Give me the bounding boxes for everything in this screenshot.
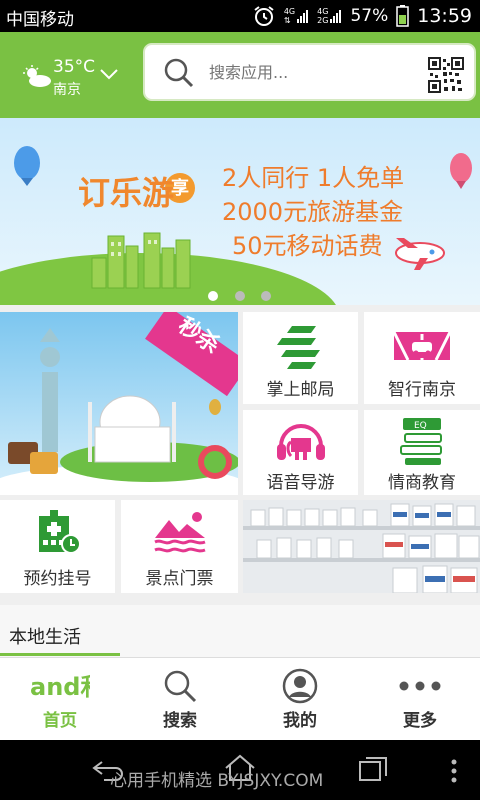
carrier-name: 中国移动 — [6, 10, 74, 30]
banner-line-1: 2人同行 1人免单 — [222, 164, 405, 192]
headphones-elephant-icon — [277, 424, 325, 460]
flash-sale-tile[interactable]: 秒杀 — [0, 312, 238, 495]
menu-icon[interactable] — [450, 758, 458, 784]
alarm-icon — [254, 6, 274, 26]
road-car-icon — [392, 331, 452, 361]
carousel-indicator[interactable] — [261, 291, 271, 301]
network-4g-indicator: 4G ⇅ — [284, 7, 309, 25]
nav-mine-label: 我的 — [283, 711, 317, 731]
system-nav-bar: 心用手机精选 BYJSJXY.COM — [0, 740, 480, 800]
clock: 13:59 — [417, 5, 472, 27]
section-title: 本地生活 — [9, 627, 81, 648]
status-icons: 4G ⇅ 4G 2G 57% 13:59 — [252, 3, 472, 29]
nav-more-label: 更多 — [403, 711, 437, 731]
section-underline — [0, 653, 120, 656]
battery-percent: 57% — [350, 6, 389, 26]
status-bar: 中国移动 4G ⇅ 4G 2G 57% 13:59 — [0, 0, 480, 32]
tile-label: 智行南京 — [388, 380, 456, 400]
tile-scenic-tickets[interactable]: 景点门票 — [121, 500, 238, 593]
tile-label: 情商教育 — [388, 473, 456, 493]
tile-education[interactable]: EQ 情商教育 — [364, 410, 480, 495]
and-he-logo-text: and和 — [30, 673, 90, 701]
books-icon: EQ — [400, 418, 442, 465]
carousel-indicator-active[interactable] — [208, 291, 218, 301]
china-post-icon — [277, 326, 320, 369]
nav-search-label: 搜索 — [163, 711, 197, 731]
weather-widget[interactable]: 35°C 南京 — [18, 55, 122, 99]
nav-home-label: 首页 — [43, 711, 77, 731]
network-2g-indicator: 4G 2G — [317, 7, 342, 25]
more-dots-icon — [399, 681, 441, 691]
chevron-down-icon — [100, 69, 118, 80]
tile-label: 景点门票 — [145, 569, 214, 589]
hospital-clock-icon — [39, 510, 81, 554]
user-icon — [282, 668, 318, 704]
tile-smart-traffic[interactable]: 智行南京 — [364, 312, 480, 404]
tile-registration[interactable]: 预约挂号 — [0, 500, 115, 593]
promo-banner[interactable]: 订乐游 享 2人同行 1人免单 2000元旅游基金 50元移动话费 — [0, 118, 480, 305]
temperature: 35°C — [53, 57, 96, 77]
search-icon — [164, 670, 197, 703]
search-bar[interactable] — [143, 43, 476, 101]
mountain-ticket-icon — [154, 512, 206, 553]
pharmacy-shelf-photo — [243, 500, 480, 593]
tile-label: 语音导游 — [266, 473, 335, 493]
banner-badge: 享 — [171, 178, 189, 199]
carousel-indicator[interactable] — [235, 291, 245, 301]
and-he-logo-icon: and和 — [30, 673, 90, 701]
pharmacy-photo-tile[interactable] — [243, 500, 480, 593]
city-name: 南京 — [53, 82, 81, 98]
banner-brand: 订乐游 — [78, 174, 175, 212]
tile-post-office[interactable]: 掌上邮局 — [243, 312, 358, 404]
qr-code-icon[interactable] — [428, 57, 464, 93]
search-input[interactable] — [209, 59, 409, 85]
battery-icon — [396, 5, 409, 27]
partly-cloudy-icon — [23, 65, 51, 87]
banner-line-2: 2000元旅游基金 — [222, 198, 404, 226]
tile-label: 掌上邮局 — [266, 380, 335, 400]
search-icon — [164, 58, 194, 88]
banner-line-3: 50元移动话费 — [232, 232, 383, 260]
tile-label: 预约挂号 — [23, 569, 92, 589]
svg-text:EQ: EQ — [414, 421, 427, 431]
recent-apps-icon[interactable] — [358, 756, 388, 782]
watermark-text: 心用手机精选 BYJSJXY.COM — [110, 771, 324, 791]
tile-audio-guide[interactable]: 语音导游 — [243, 410, 358, 495]
